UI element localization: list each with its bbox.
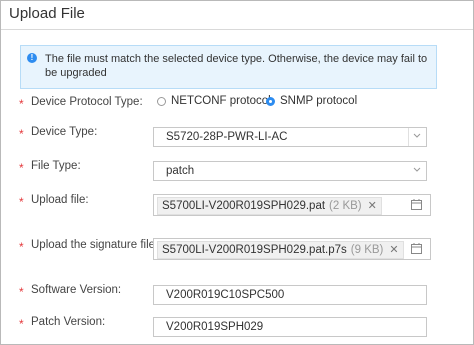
file-size: (9 KB) [350, 244, 384, 256]
radio-netconf-circle[interactable] [157, 97, 166, 106]
protocol-label: Device Protocol Type: [31, 96, 143, 108]
software-version-label: Software Version: [31, 284, 122, 296]
required-mark: * [19, 97, 24, 111]
required-mark: * [19, 285, 24, 299]
file-name: S5700LI-V200R019SPH029.pat.p7s [162, 244, 347, 256]
info-circle-icon: ! [27, 53, 37, 63]
software-version-input[interactable]: V200R019C10SPC500 [153, 285, 427, 305]
upload-file-label: Upload file: [31, 194, 89, 206]
chevron-down-icon[interactable] [409, 162, 426, 180]
radio-snmp-circle[interactable] [266, 97, 275, 106]
file-size: (2 KB) [329, 200, 362, 212]
file-type-value: patch [166, 165, 195, 177]
signature-file-field[interactable]: S5700LI-V200R019SPH029.pat.p7s (9 KB) ✕ [153, 238, 431, 260]
device-type-label: Device Type: [31, 126, 98, 138]
software-version-value: V200R019C10SPC500 [166, 289, 285, 301]
file-name: S5700LI-V200R019SPH029.pat [162, 200, 326, 212]
file-type-label: File Type: [31, 160, 81, 172]
info-banner: ! The file must match the selected devic… [20, 45, 437, 89]
file-chip: S5700LI-V200R019SPH029.pat (2 KB) ✕ [157, 197, 382, 215]
close-icon[interactable]: ✕ [389, 242, 398, 258]
upload-file-dialog: Upload File ! The file must match the se… [0, 0, 474, 345]
folder-icon[interactable] [411, 243, 422, 257]
file-type-select[interactable]: patch [153, 161, 427, 181]
signature-file-label: Upload the signature file: [31, 239, 159, 251]
folder-icon[interactable] [411, 199, 422, 213]
required-mark: * [19, 317, 24, 331]
patch-version-label: Patch Version: [31, 316, 106, 328]
radio-netconf-label: NETCONF protocol [171, 95, 271, 107]
required-mark: * [19, 195, 24, 209]
device-type-value: S5720-28P-PWR-LI-AC [166, 131, 288, 143]
device-type-select[interactable]: S5720-28P-PWR-LI-AC [153, 127, 427, 147]
patch-version-value: V200R019SPH029 [166, 321, 264, 333]
dialog-header: Upload File [1, 1, 473, 29]
required-mark: * [19, 161, 24, 175]
close-icon[interactable]: ✕ [368, 198, 377, 214]
patch-version-input[interactable]: V200R019SPH029 [153, 317, 427, 337]
radio-snmp-label: SNMP protocol [280, 95, 358, 107]
chevron-down-icon[interactable] [408, 128, 426, 146]
info-message: The file must match the selected device … [45, 53, 428, 79]
header-divider [1, 29, 473, 30]
required-mark: * [19, 240, 24, 254]
file-chip: S5700LI-V200R019SPH029.pat.p7s (9 KB) ✕ [157, 241, 404, 259]
required-mark: * [19, 127, 24, 141]
dialog-title: Upload File [9, 5, 85, 22]
upload-file-field[interactable]: S5700LI-V200R019SPH029.pat (2 KB) ✕ [153, 194, 431, 216]
